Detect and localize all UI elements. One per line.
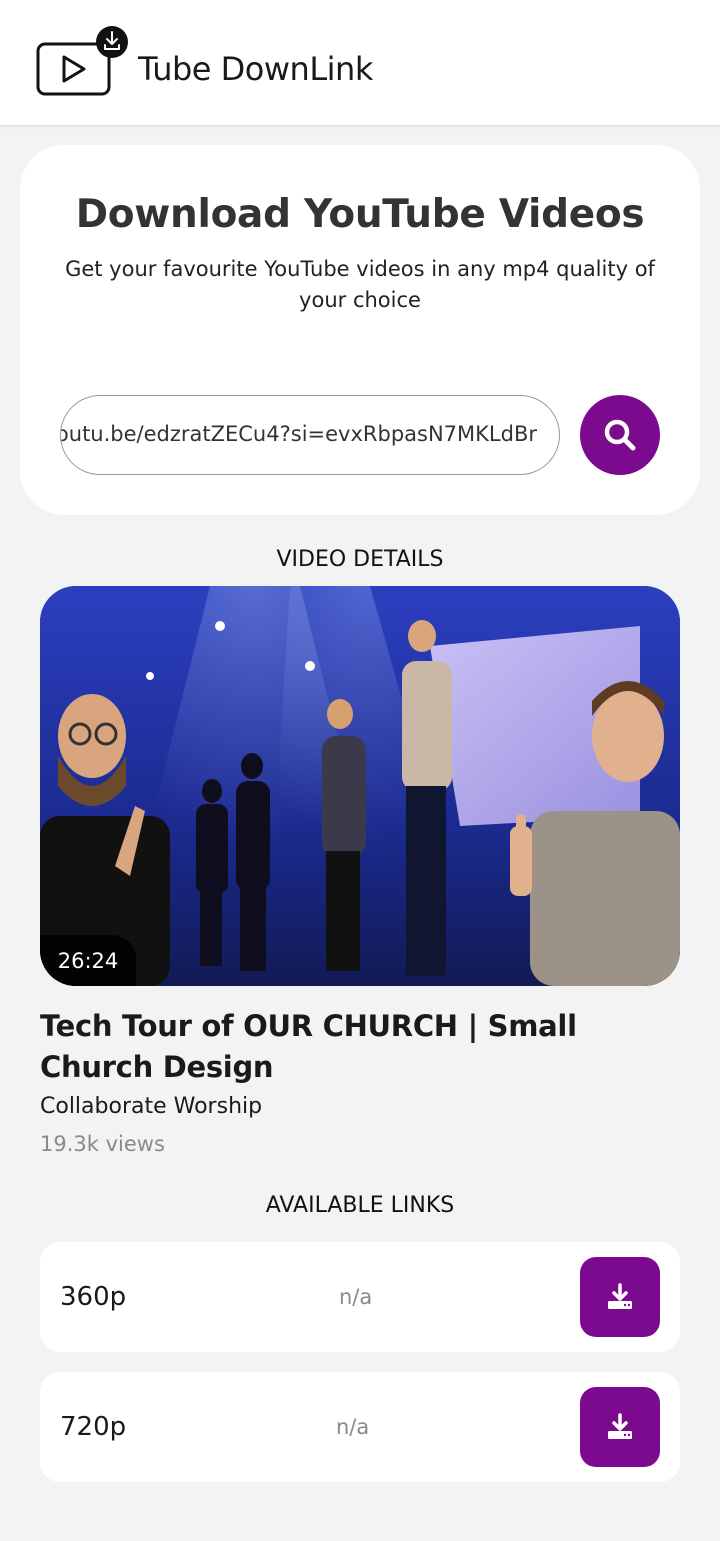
download-icon [608, 1283, 632, 1309]
duration-badge: 26:24 [40, 935, 136, 986]
download-button-360p[interactable] [580, 1257, 660, 1337]
link-quality: 720p [60, 1412, 127, 1442]
link-size: n/a [336, 1415, 370, 1439]
download-icon [608, 1413, 632, 1439]
link-size: n/a [339, 1285, 373, 1309]
page-subtitle: Get your favourite YouTube videos in any… [65, 257, 655, 312]
page-title: Download YouTube Videos [75, 192, 645, 237]
url-input-value: https://youtu.be/edzratZECu4?si=evxRbpas… [61, 422, 537, 446]
view-count: 19.3k views [40, 1132, 165, 1156]
app-header: Tube DownLink [0, 0, 720, 125]
link-quality: 360p [60, 1282, 127, 1312]
video-thumbnail[interactable] [40, 586, 680, 986]
download-button-720p[interactable] [580, 1387, 660, 1467]
search-button[interactable] [580, 395, 660, 475]
search-icon [604, 419, 636, 451]
app-logo-icon [36, 25, 130, 97]
channel-name: Collaborate Worship [40, 1094, 263, 1119]
url-input[interactable]: https://youtu.be/edzratZECu4?si=evxRbpas… [60, 395, 560, 475]
link-row-720p: 720p n/a [40, 1372, 680, 1482]
app-title: Tube DownLink [138, 50, 373, 88]
video-details-heading: VIDEO DETAILS [276, 547, 444, 572]
video-title: Tech Tour of OUR CHURCH | Small Church D… [40, 1009, 577, 1084]
link-row-360p: 360p n/a [40, 1242, 680, 1352]
available-links-heading: AVAILABLE LINKS [265, 1193, 455, 1218]
